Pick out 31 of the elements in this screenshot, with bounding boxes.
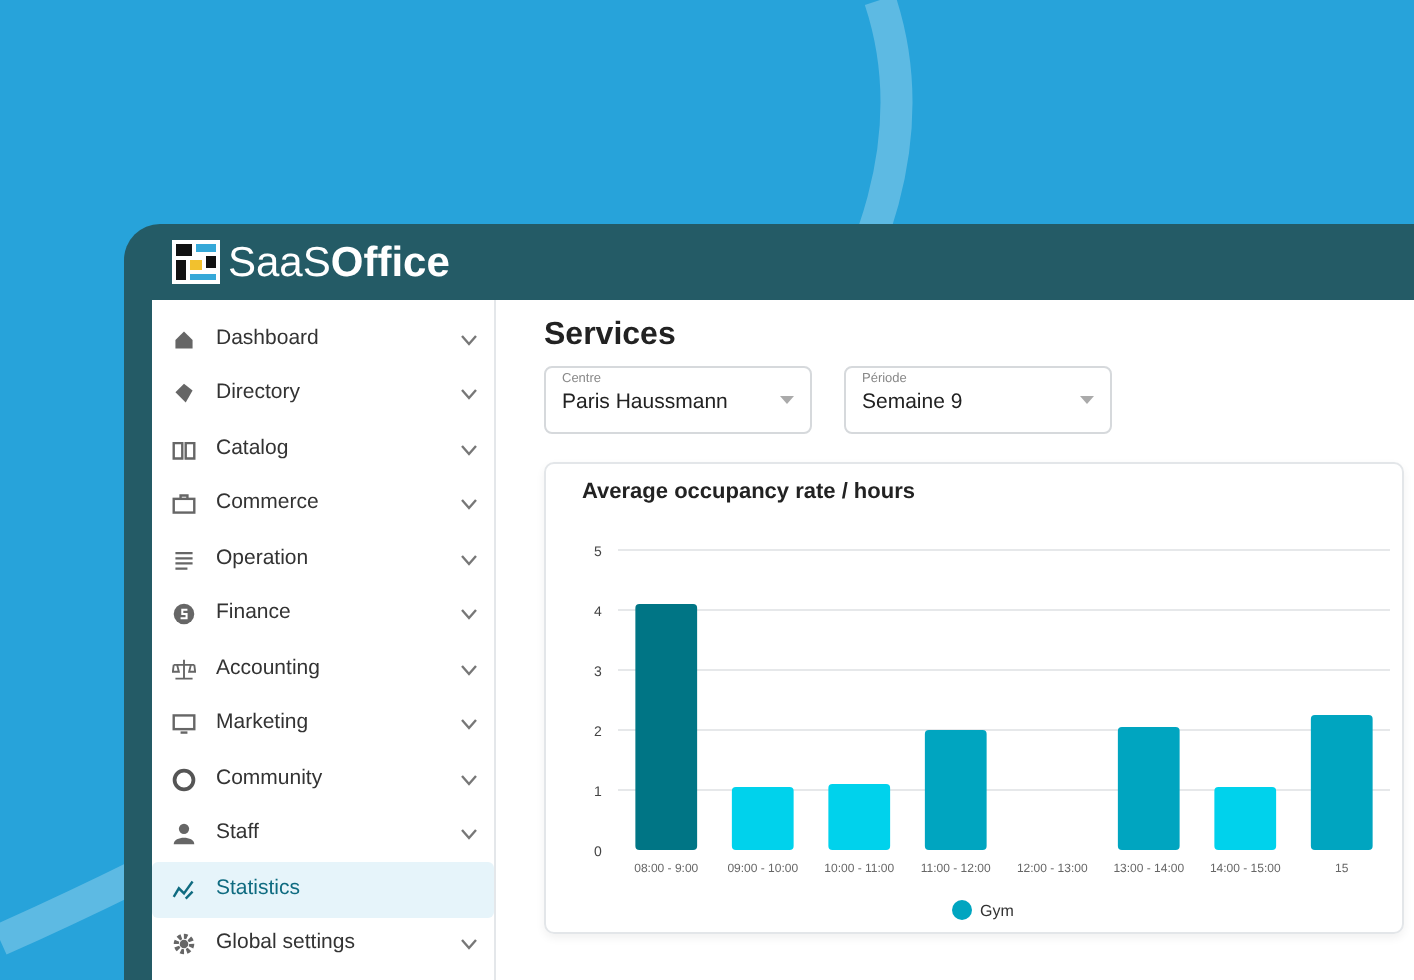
- sidebar-item[interactable]: Finance: [152, 587, 494, 642]
- sidebar-item[interactable]: Accounting: [152, 642, 494, 697]
- logo-icon: [172, 240, 220, 284]
- caret-icon: [1080, 396, 1094, 405]
- briefcase-icon: [172, 492, 196, 517]
- book-icon: [172, 437, 196, 462]
- sidebar-item[interactable]: Statistics: [152, 862, 494, 917]
- house-icon: [172, 327, 196, 352]
- app-logo-text: SaaSOffice: [228, 241, 450, 283]
- sidebar-item[interactable]: Commerce: [152, 477, 494, 532]
- chart-line-icon: [172, 877, 196, 902]
- sidebar-item[interactable]: Staff: [152, 807, 494, 862]
- sidebar-item[interactable]: Global settings: [152, 917, 494, 972]
- page-title: Services: [544, 316, 678, 355]
- sidebar-item[interactable]: Directory: [152, 367, 494, 422]
- person-icon: [172, 822, 196, 847]
- sidebar-item[interactable]: Dashboard: [152, 312, 494, 367]
- sidebar-item[interactable]: Community: [152, 752, 494, 807]
- circle-icon: [172, 767, 196, 792]
- tag-icon: [172, 382, 196, 407]
- coin-icon: [172, 602, 196, 627]
- list-icon: [172, 547, 196, 572]
- chart-title: Average occupancy rate / hours: [582, 478, 917, 509]
- scale-icon: [172, 657, 196, 682]
- legend-label: Gym: [980, 901, 1014, 920]
- sidebar-item[interactable]: Operation: [152, 532, 494, 587]
- sidebar-item[interactable]: Catalog: [152, 422, 494, 477]
- monitor-icon: [172, 712, 196, 737]
- gear-icon: [172, 932, 196, 957]
- sidebar-item[interactable]: Marketing: [152, 697, 494, 752]
- caret-icon: [780, 396, 794, 405]
